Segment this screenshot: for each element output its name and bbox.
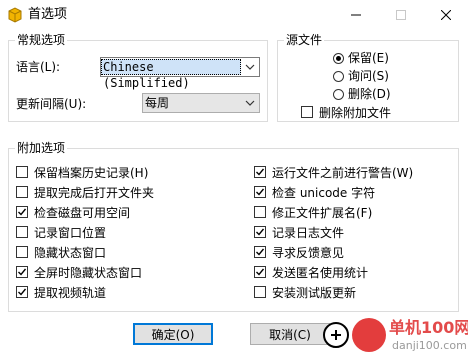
option-label: 全屏时隐藏状态窗口 (34, 265, 143, 280)
checkmark-icon (18, 208, 26, 216)
additional-options-title: 附加选项 (15, 140, 68, 156)
watermark-title: 单机100网 (389, 318, 468, 337)
window-title: 首选项 (28, 7, 68, 22)
option-label: 修正文件扩展名(F) (272, 205, 373, 220)
option-label: 安装测试版更新 (272, 285, 357, 300)
close-button[interactable] (423, 0, 468, 30)
maximize-button[interactable] (378, 0, 423, 30)
option-checkbox-left-1[interactable]: 保留档案历史记录(H) (16, 163, 148, 181)
checkbox-box (16, 226, 28, 238)
checkmark-icon (18, 288, 26, 296)
watermark-logo (352, 318, 386, 352)
option-label: 提取视频轨道 (34, 285, 107, 300)
language-label: 语言(L): (16, 60, 61, 74)
add-icon (323, 322, 349, 348)
checkbox-box (16, 286, 28, 298)
option-checkbox-left-6[interactable]: 全屏时隐藏状态窗口 (16, 263, 142, 281)
chevron-down-icon (243, 97, 257, 109)
checkmark-icon (256, 168, 264, 176)
cancel-button[interactable]: 取消(C) (250, 323, 330, 345)
checkbox-box (254, 246, 266, 258)
checkbox-box (16, 206, 28, 218)
checkmark-icon (256, 228, 264, 236)
radio-keep-label: 保留(E) (348, 51, 389, 65)
option-label: 检查 unicode 字符 (272, 185, 376, 200)
chevron-down-icon (243, 61, 257, 73)
option-checkbox-left-4[interactable]: 记录窗口位置 (16, 223, 106, 241)
cancel-button-label: 取消(C) (269, 327, 311, 342)
option-label: 隐藏状态窗口 (34, 245, 107, 260)
option-label: 保留档案历史记录(H) (34, 165, 149, 180)
checkbox-box (254, 206, 266, 218)
checkmark-icon (256, 248, 264, 256)
general-options-title: 常规选项 (15, 32, 68, 48)
option-label: 提取完成后打开文件夹 (34, 185, 155, 200)
radio-keep[interactable]: 保留(E) (333, 50, 389, 66)
language-value: Chinese (Simplified) (101, 59, 241, 90)
checkmark-icon (256, 188, 264, 196)
option-label: 发送匿名使用统计 (272, 265, 369, 280)
radio-ask-indicator (333, 70, 344, 82)
language-select[interactable]: Chinese (Simplified) (100, 57, 260, 90)
option-checkbox-right-4[interactable]: 记录日志文件 (254, 223, 344, 241)
option-checkbox-right-5[interactable]: 寻求反馈意见 (254, 243, 344, 261)
option-checkbox-right-2[interactable]: 检查 unicode 字符 (254, 183, 375, 201)
option-label: 寻求反馈意见 (272, 245, 345, 260)
radio-keep-indicator (333, 52, 344, 64)
radio-ask-label: 询问(S) (348, 69, 389, 83)
watermark: 单机100网 danji100.com (352, 312, 468, 357)
option-label: 记录日志文件 (272, 225, 345, 240)
update-interval-label: 更新间隔(U): (16, 97, 87, 111)
option-checkbox-left-7[interactable]: 提取视频轨道 (16, 283, 106, 301)
source-file-title: 源文件 (284, 32, 325, 48)
checkbox-box (16, 266, 28, 278)
option-checkbox-right-6[interactable]: 发送匿名使用统计 (254, 263, 368, 281)
app-icon (8, 7, 22, 23)
ok-button[interactable]: 确定(O) (133, 323, 213, 345)
option-checkbox-left-3[interactable]: 检查磁盘可用空间 (16, 203, 130, 221)
checkbox-box (16, 186, 28, 198)
close-icon (440, 10, 451, 20)
maximize-icon (395, 10, 406, 20)
checkbox-box (254, 186, 266, 198)
update-interval-value: 每周 (145, 96, 170, 110)
watermark-url: danji100.com (392, 339, 467, 352)
minimize-button[interactable] (333, 0, 378, 30)
option-checkbox-left-5[interactable]: 隐藏状态窗口 (16, 243, 106, 261)
option-label: 运行文件之前进行警告(W) (272, 165, 414, 180)
checkmark-icon (18, 268, 26, 276)
radio-delete-indicator (333, 88, 344, 100)
checkbox-box (254, 266, 266, 278)
update-interval-select[interactable]: 每周 (142, 93, 260, 113)
radio-delete[interactable]: 删除(D) (333, 86, 391, 102)
minimize-icon (350, 14, 361, 16)
checkmark-icon (256, 268, 264, 276)
option-checkbox-right-3[interactable]: 修正文件扩展名(F) (254, 203, 372, 221)
delete-extra-files-label: 删除附加文件 (319, 105, 392, 120)
delete-extra-files-box (301, 106, 313, 118)
preferences-dialog: 首选项 常规选项 语言(L): Chinese (Simplified) 更新间… (0, 0, 468, 357)
checkbox-box (16, 246, 28, 258)
radio-ask[interactable]: 询问(S) (333, 68, 389, 84)
option-checkbox-right-7[interactable]: 安装测试版更新 (254, 283, 356, 301)
checkbox-box (16, 166, 28, 178)
checkbox-box (254, 226, 266, 238)
radio-delete-label: 删除(D) (348, 87, 391, 101)
delete-extra-files-checkbox[interactable]: 删除附加文件 (301, 103, 391, 121)
title-bar: 首选项 (0, 0, 468, 30)
option-checkbox-right-1[interactable]: 运行文件之前进行警告(W) (254, 163, 413, 181)
ok-button-label: 确定(O) (151, 327, 195, 342)
option-checkbox-left-2[interactable]: 提取完成后打开文件夹 (16, 183, 154, 201)
checkbox-box (254, 286, 266, 298)
option-label: 记录窗口位置 (34, 225, 107, 240)
checkbox-box (254, 166, 266, 178)
option-label: 检查磁盘可用空间 (34, 205, 131, 220)
